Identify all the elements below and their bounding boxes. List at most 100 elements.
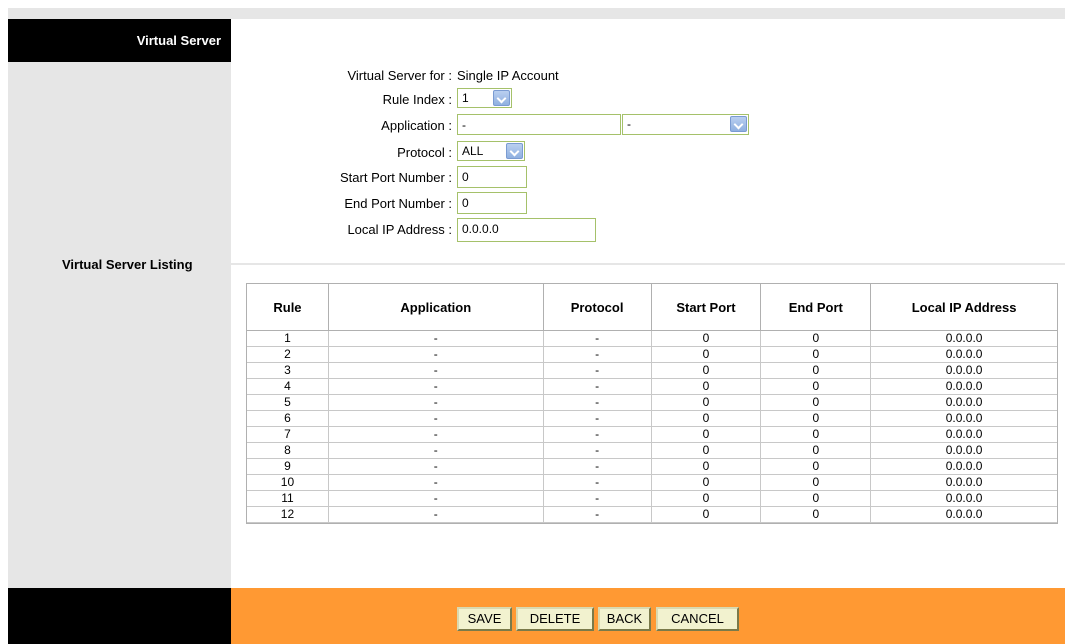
- start-port-label: Start Port Number :: [340, 170, 452, 185]
- end-port-input[interactable]: 0: [457, 192, 527, 214]
- footer-left: [8, 588, 231, 644]
- save-button[interactable]: SAVE: [457, 607, 512, 631]
- table-row: 1- -0 0 0.0.0.0: [247, 331, 1057, 347]
- chevron-down-icon[interactable]: [730, 116, 747, 132]
- cell-application: -: [328, 507, 544, 523]
- cell-application: -: [328, 427, 544, 443]
- cell-protocol: -: [543, 459, 652, 475]
- cell-local-ip: 0.0.0.0: [871, 331, 1057, 347]
- local-ip-input[interactable]: 0.0.0.0: [457, 218, 596, 242]
- cell-start-port: 0: [651, 395, 762, 411]
- cell-end-port: 0: [761, 427, 872, 443]
- top-strip: [8, 8, 1065, 19]
- table-row: 3- -0 0 0.0.0.0: [247, 363, 1057, 379]
- header-protocol: Protocol: [543, 284, 652, 331]
- cell-rule: 4: [247, 379, 329, 395]
- cell-rule: 7: [247, 427, 329, 443]
- cell-rule: 11: [247, 491, 329, 507]
- listing-section-title: Virtual Server Listing: [62, 257, 193, 272]
- cell-start-port: 0: [651, 411, 762, 427]
- cell-end-port: 0: [761, 475, 872, 491]
- start-port-input[interactable]: 0: [457, 166, 527, 188]
- cell-rule: 12: [247, 507, 329, 523]
- cell-end-port: 0: [761, 363, 872, 379]
- application-input[interactable]: -: [457, 114, 621, 135]
- cell-end-port: 0: [761, 379, 872, 395]
- cell-end-port: 0: [761, 443, 872, 459]
- cell-protocol: -: [543, 491, 652, 507]
- cell-application: -: [328, 347, 544, 363]
- cell-rule: 6: [247, 411, 329, 427]
- cell-protocol: -: [543, 363, 652, 379]
- cell-local-ip: 0.0.0.0: [871, 491, 1057, 507]
- cell-local-ip: 0.0.0.0: [871, 475, 1057, 491]
- cell-application: -: [328, 491, 544, 507]
- cell-end-port: 0: [761, 347, 872, 363]
- application-select-value: -: [627, 117, 631, 131]
- cell-local-ip: 0.0.0.0: [871, 347, 1057, 363]
- header-start-port: Start Port: [651, 284, 762, 331]
- cell-rule: 10: [247, 475, 329, 491]
- listing-divider: [231, 263, 1065, 265]
- local-ip-label: Local IP Address :: [347, 222, 452, 237]
- cell-application: -: [328, 411, 544, 427]
- cell-application: -: [328, 475, 544, 491]
- delete-button[interactable]: DELETE: [516, 607, 594, 631]
- cell-local-ip: 0.0.0.0: [871, 395, 1057, 411]
- cell-protocol: -: [543, 347, 652, 363]
- protocol-label: Protocol :: [397, 145, 452, 160]
- end-port-value: 0: [462, 196, 469, 210]
- cell-rule: 8: [247, 443, 329, 459]
- cell-start-port: 0: [651, 475, 762, 491]
- sidebar-header: Virtual Server: [8, 19, 231, 62]
- cell-end-port: 0: [761, 395, 872, 411]
- cell-local-ip: 0.0.0.0: [871, 411, 1057, 427]
- cell-application: -: [328, 395, 544, 411]
- table-row: 6- -0 0 0.0.0.0: [247, 411, 1057, 427]
- application-label: Application :: [381, 118, 452, 133]
- cell-protocol: -: [543, 395, 652, 411]
- cell-start-port: 0: [651, 331, 762, 347]
- table-row: 4- -0 0 0.0.0.0: [247, 379, 1057, 395]
- application-select[interactable]: -: [622, 114, 749, 135]
- protocol-select[interactable]: ALL: [457, 141, 525, 161]
- table-header-row: Rule Application Protocol Start Port End…: [247, 284, 1057, 331]
- cell-rule: 1: [247, 331, 329, 347]
- table-row: 5- -0 0 0.0.0.0: [247, 395, 1057, 411]
- header-application: Application: [328, 284, 544, 331]
- cell-application: -: [328, 379, 544, 395]
- cell-rule: 5: [247, 395, 329, 411]
- cell-rule: 2: [247, 347, 329, 363]
- cell-protocol: -: [543, 427, 652, 443]
- chevron-down-icon[interactable]: [493, 90, 510, 106]
- table-row: 12- -0 0 0.0.0.0: [247, 507, 1057, 523]
- virtual-server-for-label: Virtual Server for :: [347, 68, 452, 83]
- cell-start-port: 0: [651, 347, 762, 363]
- cell-start-port: 0: [651, 459, 762, 475]
- cell-protocol: -: [543, 379, 652, 395]
- table-row: 8- -0 0 0.0.0.0: [247, 443, 1057, 459]
- cell-local-ip: 0.0.0.0: [871, 459, 1057, 475]
- cell-protocol: -: [543, 443, 652, 459]
- rule-index-select[interactable]: 1: [457, 88, 512, 108]
- header-local-ip: Local IP Address: [871, 284, 1057, 331]
- cell-rule: 3: [247, 363, 329, 379]
- table-row: 2- -0 0 0.0.0.0: [247, 347, 1057, 363]
- application-input-value: -: [462, 118, 466, 132]
- cell-application: -: [328, 363, 544, 379]
- header-end-port: End Port: [761, 284, 872, 331]
- table-row: 11- -0 0 0.0.0.0: [247, 491, 1057, 507]
- back-button[interactable]: BACK: [598, 607, 651, 631]
- virtual-server-for-value: Single IP Account: [457, 68, 559, 83]
- rule-index-label: Rule Index :: [382, 92, 452, 107]
- table-row: 9- -0 0 0.0.0.0: [247, 459, 1057, 475]
- cell-start-port: 0: [651, 507, 762, 523]
- cell-start-port: 0: [651, 379, 762, 395]
- cell-local-ip: 0.0.0.0: [871, 363, 1057, 379]
- chevron-down-icon[interactable]: [506, 143, 523, 159]
- header-rule: Rule: [247, 284, 329, 331]
- cancel-button[interactable]: CANCEL: [656, 607, 739, 631]
- table-row: 10- -0 0 0.0.0.0: [247, 475, 1057, 491]
- cell-start-port: 0: [651, 427, 762, 443]
- local-ip-value: 0.0.0.0: [462, 222, 499, 236]
